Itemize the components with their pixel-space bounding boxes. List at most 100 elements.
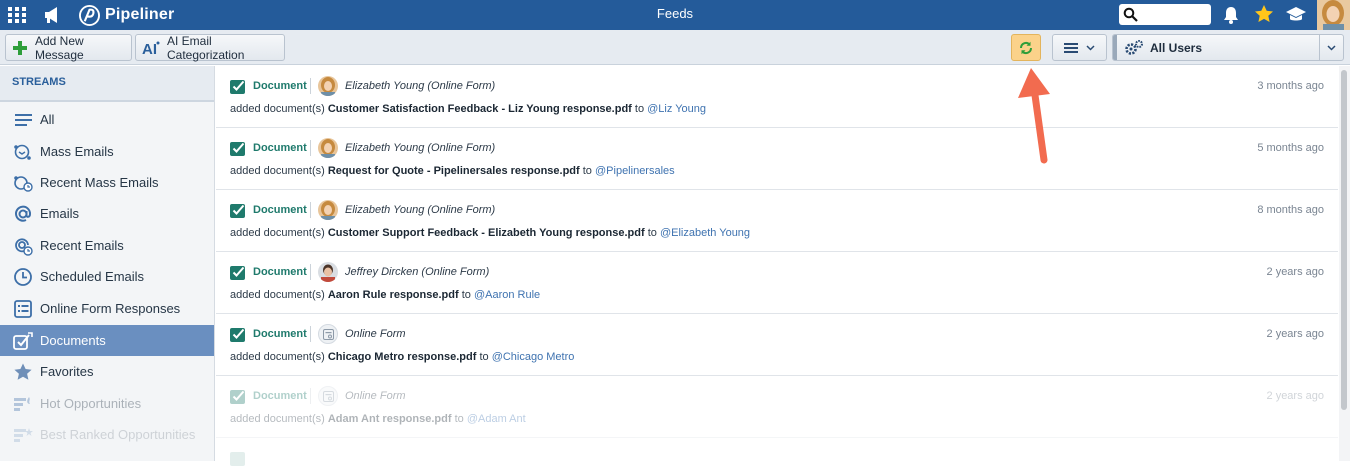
svg-text:AI: AI	[142, 41, 157, 56]
document-icon	[13, 331, 33, 351]
mention-link[interactable]: @Chicago Metro	[492, 351, 575, 363]
star-icon[interactable]	[1254, 4, 1274, 24]
search-icon	[1123, 7, 1138, 22]
avatar[interactable]	[318, 262, 338, 282]
avatar[interactable]	[318, 76, 338, 96]
sidebar-item-label: All	[40, 112, 55, 127]
feed-timestamp: 3 months ago	[1257, 80, 1324, 92]
feed-item[interactable]: Document Elizabeth Young (Online Form) 3…	[216, 66, 1338, 128]
sidebar-item-label: Scheduled Emails	[40, 269, 145, 284]
sidebar-item-emails[interactable]: Emails	[0, 198, 214, 229]
document-link[interactable]: Adam Ant response.pdf	[328, 413, 452, 425]
sidebar-item-mass-emails[interactable]: Mass Emails	[0, 136, 214, 167]
avatar[interactable]	[318, 138, 338, 158]
sidebar-item-recent-mass-emails[interactable]: Recent Mass Emails	[0, 167, 214, 198]
chevron-down-icon[interactable]	[1319, 35, 1343, 60]
feed-item[interactable]: Document Elizabeth Young (Online Form) 8…	[216, 190, 1338, 252]
view-options-button[interactable]	[1052, 34, 1107, 61]
feed-item[interactable]: Document Jeffrey Dircken (Online Form) 2…	[216, 252, 1338, 314]
refresh-icon	[1019, 41, 1033, 54]
hot-opportunity-icon	[13, 394, 33, 414]
sidebar-item-favorites[interactable]: Favorites	[0, 356, 214, 387]
feed-type[interactable]: Document	[253, 266, 307, 278]
feed-author[interactable]: Elizabeth Young (Online Form)	[345, 80, 495, 92]
mention-link[interactable]: @Liz Young	[647, 103, 706, 115]
user-avatar[interactable]	[1317, 0, 1350, 30]
feed-text: added document(s) Customer Satisfaction …	[230, 103, 707, 115]
document-icon	[230, 140, 248, 161]
feed-text: added document(s) Aaron Rule response.pd…	[230, 289, 541, 301]
feed-author[interactable]: Elizabeth Young (Online Form)	[345, 204, 495, 216]
callout-arrow	[1018, 68, 1050, 164]
feed-author[interactable]: Online Form	[345, 328, 406, 340]
document-icon	[230, 202, 248, 223]
users-filter-select[interactable]: All Users	[1112, 34, 1344, 61]
feed-type[interactable]: Document	[253, 390, 307, 402]
mention-link[interactable]: @Elizabeth Young	[660, 227, 750, 239]
document-link[interactable]: Aaron Rule response.pdf	[328, 289, 459, 301]
feed-type[interactable]: Document	[253, 142, 307, 154]
feed-list: Document Elizabeth Young (Online Form) 3…	[216, 66, 1338, 466]
add-new-message-button[interactable]: Add New Message	[5, 34, 132, 62]
feed-timestamp: 8 months ago	[1257, 204, 1324, 216]
ranked-opportunity-icon	[13, 425, 33, 445]
mention-link[interactable]: @Aaron Rule	[474, 289, 540, 301]
feed-author[interactable]: Elizabeth Young (Online Form)	[345, 142, 495, 154]
sidebar-item-label: Online Form Responses	[40, 301, 181, 316]
feed-type[interactable]: Document	[253, 80, 307, 92]
feed-item[interactable]: Document Online Form 2 years ago added d…	[216, 376, 1338, 438]
at-icon	[13, 204, 33, 224]
sidebar-item-label: Recent Emails	[40, 238, 124, 253]
feed-type[interactable]: Document	[253, 204, 307, 216]
document-link[interactable]: Customer Support Feedback - Elizabeth Yo…	[328, 227, 645, 239]
document-icon	[230, 388, 248, 409]
mention-link[interactable]: @Pipelinersales	[595, 165, 675, 177]
app-logo[interactable]: Pipeliner	[79, 4, 174, 26]
app-name: Pipeliner	[105, 6, 175, 23]
ai-icon: AI	[142, 40, 160, 56]
feed-author[interactable]: Jeffrey Dircken (Online Form)	[345, 266, 489, 278]
avatar[interactable]	[318, 200, 338, 220]
sidebar-item-label: Hot Opportunities	[40, 396, 142, 411]
sidebar-item-documents[interactable]: Documents	[0, 325, 214, 356]
sidebar-item-all[interactable]: All	[0, 104, 214, 135]
feed-timestamp: 2 years ago	[1266, 390, 1324, 402]
ai-email-categorization-button[interactable]: AI AI Email Categorization	[135, 34, 285, 62]
streams-sidebar: STREAMS All Mass Emails Recent Mass Emai…	[0, 66, 215, 461]
chevron-down-icon	[1086, 44, 1095, 51]
sidebar-item-scheduled-emails[interactable]: Scheduled Emails	[0, 261, 214, 292]
form-avatar-icon	[318, 324, 338, 344]
feed-text: added document(s) Chicago Metro response…	[230, 351, 575, 363]
toolbar: Add New Message AI AI Email Categorizati…	[0, 30, 1350, 65]
sidebar-item-recent-emails[interactable]: Recent Emails	[0, 230, 214, 261]
sidebar-item-hot-opportunities[interactable]: Hot Opportunities	[0, 388, 214, 419]
mention-link[interactable]: @Adam Ant	[467, 413, 526, 425]
document-link[interactable]: Chicago Metro response.pdf	[328, 351, 477, 363]
feed-scrollbar[interactable]	[1339, 66, 1350, 461]
megaphone-icon[interactable]	[43, 5, 63, 25]
scrollbar-thumb[interactable]	[1341, 70, 1347, 410]
refresh-button[interactable]	[1011, 34, 1041, 61]
feed-item[interactable]: Document Online Form 2 years ago added d…	[216, 314, 1338, 376]
clock-icon	[13, 267, 33, 287]
document-link[interactable]: Request for Quote - Pipelinersales respo…	[328, 165, 580, 177]
sidebar-item-online-form-responses[interactable]: Online Form Responses	[0, 293, 214, 324]
bell-icon[interactable]	[1222, 5, 1240, 25]
sidebar-item-label: Documents	[40, 333, 106, 348]
graduation-cap-icon[interactable]	[1285, 5, 1307, 25]
menu-icon	[1064, 42, 1078, 53]
feed-timestamp: 2 years ago	[1266, 328, 1324, 340]
feed-author[interactable]: Online Form	[345, 390, 406, 402]
mass-email-icon	[13, 142, 33, 162]
sidebar-item-best-ranked-opportunities[interactable]: Best Ranked Opportunities	[0, 419, 214, 450]
sidebar-item-label: Emails	[40, 206, 80, 221]
feed-text: added document(s) Customer Support Feedb…	[230, 227, 751, 239]
sidebar-item-label: Mass Emails	[40, 144, 114, 159]
feed-item[interactable]: Document Elizabeth Young (Online Form) 5…	[216, 128, 1338, 190]
plus-icon	[12, 40, 28, 56]
document-link[interactable]: Customer Satisfaction Feedback - Liz You…	[328, 103, 632, 115]
gears-icon	[1124, 39, 1144, 57]
apps-grid-icon[interactable]	[8, 7, 26, 23]
search-input[interactable]	[1119, 4, 1211, 25]
feed-type[interactable]: Document	[253, 328, 307, 340]
